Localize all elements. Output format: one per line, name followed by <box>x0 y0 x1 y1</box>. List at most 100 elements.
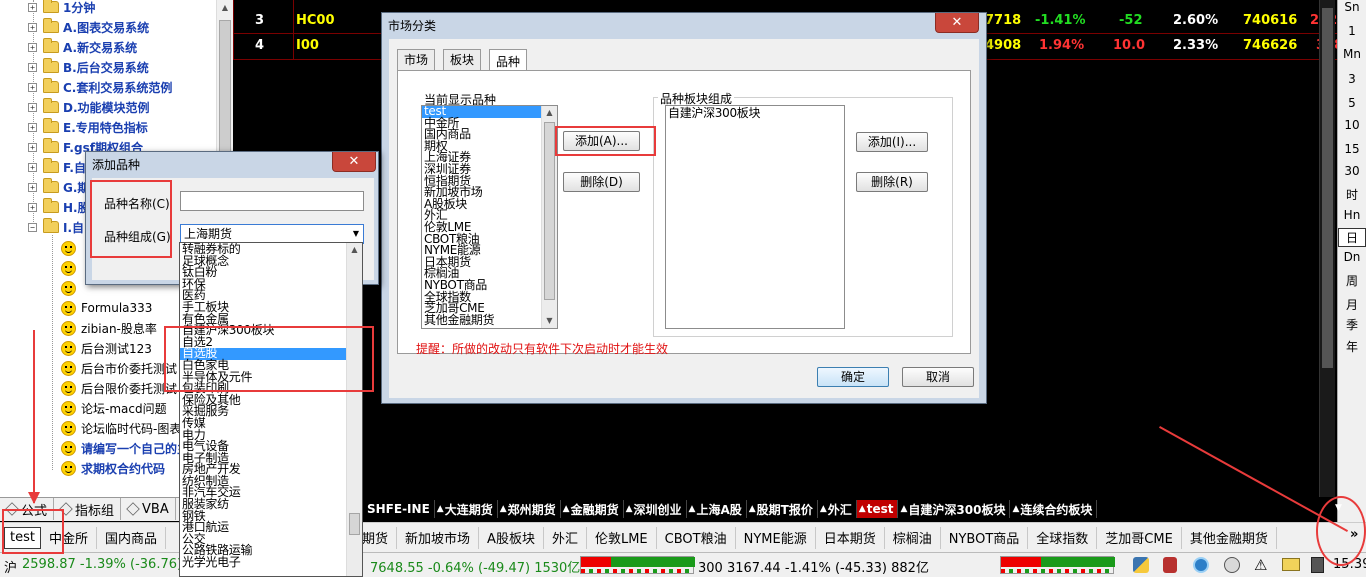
cancel-button[interactable]: 取消 <box>902 367 974 387</box>
list-item[interactable]: 其他金融期货 <box>422 314 557 327</box>
list-item[interactable]: 自建沪深300板块 <box>666 106 844 120</box>
category-tab[interactable]: 全球指数 <box>1028 526 1098 549</box>
dropdown-scrollbar[interactable]: ▲ <box>346 243 362 576</box>
warning-icon[interactable]: ⚠ <box>1254 556 1267 574</box>
tab-formula[interactable]: 公式 <box>0 498 55 520</box>
tab-sector[interactable]: 板块 <box>443 49 482 70</box>
add-variety-button[interactable]: 添加(A)... <box>563 131 640 151</box>
tree-folder[interactable]: + A.新交易系统 <box>28 37 137 57</box>
tree-leaf[interactable]: 请编写一个自己的主 <box>61 438 189 458</box>
tree-folder[interactable]: + H.股 <box>28 197 90 217</box>
group-select[interactable]: 上海期货 ▼ <box>180 224 364 244</box>
scroll-up-icon[interactable]: ▲ <box>347 243 362 257</box>
expand-icon[interactable]: + <box>28 2 37 12</box>
scroll-up-icon[interactable]: ▲ <box>217 0 233 16</box>
delete-composition-button[interactable]: 删除(R) <box>856 172 928 192</box>
tree-leaf[interactable] <box>61 258 81 278</box>
tree-leaf[interactable] <box>61 238 81 258</box>
ok-button[interactable]: 确定 <box>817 367 889 387</box>
composition-list[interactable]: 自建沪深300板块 <box>665 105 845 329</box>
period-button[interactable]: Dn <box>1338 250 1366 264</box>
add-composition-button[interactable]: 添加(I)... <box>856 132 928 152</box>
expand-icon[interactable]: + <box>28 202 37 212</box>
expand-icon[interactable]: + <box>28 182 37 192</box>
collapse-icon[interactable]: − <box>28 222 37 232</box>
period-button[interactable]: Mn <box>1338 47 1366 61</box>
scroll-up-icon[interactable]: ▲ <box>542 106 557 120</box>
tree-leaf[interactable]: 后台市价委托测试 <box>61 358 177 378</box>
scroll-thumb[interactable] <box>544 122 555 300</box>
category-tab[interactable]: NYME能源 <box>736 526 816 549</box>
period-button[interactable]: 30 <box>1338 164 1366 178</box>
tab-market[interactable]: 市场 <box>397 49 436 70</box>
tree-leaf[interactable]: 求期权合约代码 <box>61 458 165 478</box>
category-tab[interactable]: test <box>4 526 41 549</box>
tree-folder[interactable]: + F.自 <box>28 157 86 177</box>
period-button[interactable]: 季 <box>1338 316 1366 333</box>
market-tab[interactable]: 深圳创业 <box>624 500 687 518</box>
close-icon[interactable]: ✕ <box>935 13 979 33</box>
tree-folder[interactable]: − I.自 <box>28 217 84 237</box>
category-tab[interactable]: 伦敦LME <box>587 526 657 549</box>
close-icon[interactable]: ✕ <box>332 152 376 172</box>
category-tab[interactable]: 新加坡市场 <box>397 526 480 549</box>
market-tab[interactable]: 郑州期货 <box>498 500 561 518</box>
scroll-thumb[interactable] <box>349 513 360 535</box>
tree-leaf[interactable]: 论坛临时代码-图表 <box>61 418 181 438</box>
tree-leaf[interactable]: 后台测试123 <box>61 338 152 358</box>
expand-icon[interactable]: + <box>28 42 37 52</box>
category-tab[interactable]: 芝加哥CME <box>1097 526 1182 549</box>
category-tab[interactable]: 中金所 <box>41 526 97 549</box>
tree-leaf[interactable]: 后台限价委托测试 <box>61 378 177 398</box>
period-button[interactable]: 月 <box>1338 296 1366 313</box>
tree-leaf[interactable]: 论坛-macd问题 <box>61 398 167 418</box>
tree-folder[interactable]: + E.专用特色指标 <box>28 117 148 137</box>
market-tab[interactable]: 外汇 <box>818 500 857 518</box>
expand-icon[interactable]: + <box>28 122 37 132</box>
ticket-icon[interactable] <box>1282 558 1300 571</box>
globe-icon[interactable] <box>1193 557 1209 573</box>
market-tab[interactable]: 大连期货 <box>435 500 498 518</box>
python-icon[interactable] <box>1133 557 1149 573</box>
period-button[interactable]: 1 <box>1338 24 1366 38</box>
current-list-scrollbar[interactable]: ▲ ▼ <box>541 106 557 328</box>
period-button[interactable]: 周 <box>1338 272 1366 289</box>
market-tab[interactable]: SHFE-INE <box>365 500 435 518</box>
book-icon[interactable] <box>1311 557 1324 573</box>
expand-icon[interactable]: + <box>28 142 37 152</box>
market-tab[interactable]: 上海A股 <box>687 500 747 518</box>
scroll-down-icon[interactable]: ▼ <box>542 314 557 328</box>
name-input[interactable] <box>180 191 364 211</box>
period-button[interactable]: Hn <box>1338 208 1366 222</box>
market-tab[interactable]: 金融期货 <box>561 500 624 518</box>
tree-folder[interactable]: + D.功能模块范例 <box>28 97 150 117</box>
period-button[interactable]: 3 <box>1338 72 1366 86</box>
tab-vba[interactable]: VBA <box>121 498 176 520</box>
period-button[interactable]: Sn <box>1338 0 1366 14</box>
delete-variety-button[interactable]: 删除(D) <box>563 172 640 192</box>
category-tab[interactable]: 其他金融期货 <box>1182 526 1277 549</box>
tree-leaf[interactable]: zibian-股息率 <box>61 318 157 338</box>
quote-scrollbar[interactable] <box>1319 0 1335 497</box>
tree-leaf[interactable] <box>61 278 81 298</box>
record-icon[interactable] <box>1163 557 1177 573</box>
period-button[interactable]: 5 <box>1338 96 1366 110</box>
expand-icon[interactable]: + <box>28 102 37 112</box>
category-tab[interactable]: 棕榈油 <box>885 526 941 549</box>
period-button[interactable]: 10 <box>1338 118 1366 132</box>
group-dropdown-list[interactable]: 转融券标的 足球概念 钛白粉 环保 医药 手工板块 有色金属 自建沪深300板块 自选2 自选股白… <box>179 242 363 577</box>
expand-icon[interactable]: + <box>28 82 37 92</box>
market-tab[interactable]: test <box>856 500 899 518</box>
period-button[interactable]: 时 <box>1338 186 1366 203</box>
period-button[interactable]: 日 <box>1338 228 1366 247</box>
tree-leaf[interactable]: Formula333 <box>61 298 152 318</box>
tree-folder[interactable]: + C.套利交易系统范例 <box>28 77 172 97</box>
category-tab[interactable]: CBOT粮油 <box>657 526 736 549</box>
market-tab[interactable]: 自建沪深300板块 <box>898 500 1011 518</box>
expand-icon[interactable]: + <box>28 62 37 72</box>
quote-scroll-thumb[interactable] <box>1322 8 1333 368</box>
category-tab[interactable]: 外汇 <box>544 526 587 549</box>
tree-folder[interactable]: + B.后台交易系统 <box>28 57 149 77</box>
period-button[interactable]: 年 <box>1338 338 1366 355</box>
market-tab[interactable]: 连续合约板块 <box>1010 500 1098 518</box>
